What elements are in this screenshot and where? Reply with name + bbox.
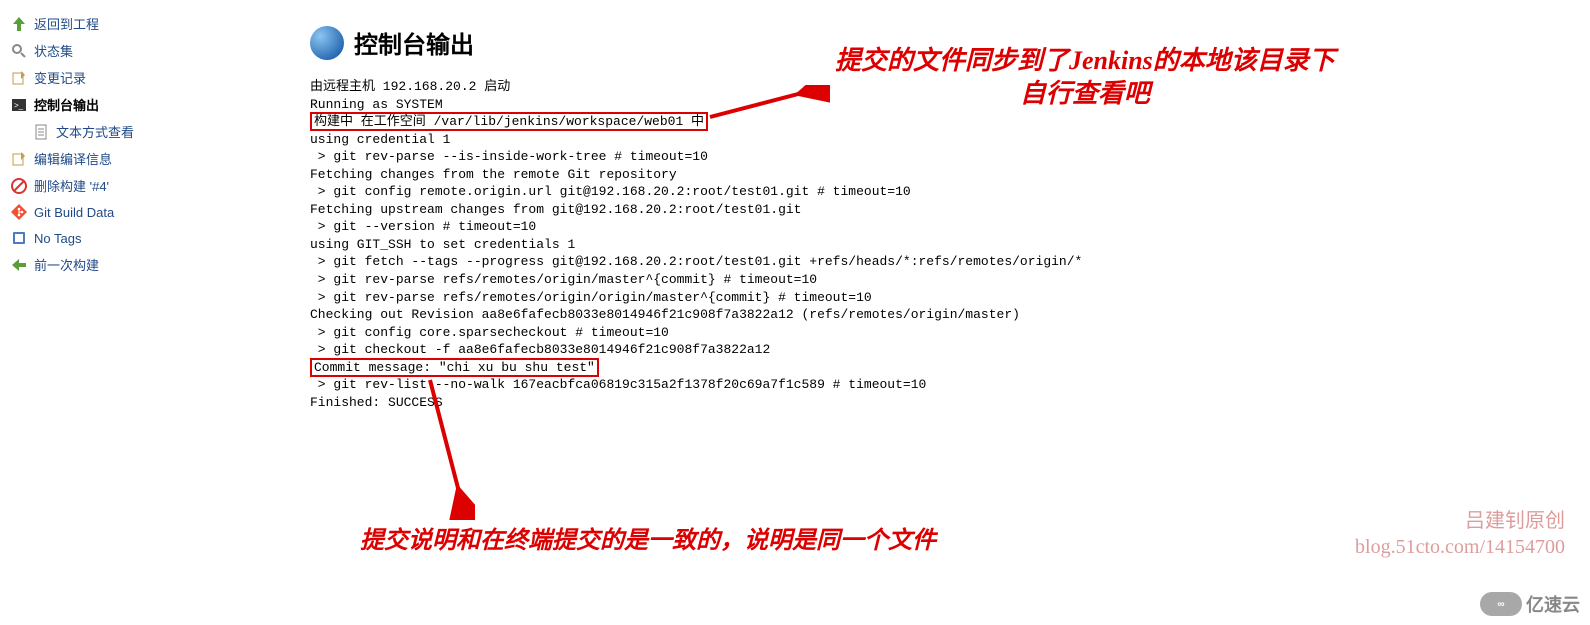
arrow-up-green-icon <box>10 15 28 33</box>
sidebar-item-label: 变更记录 <box>34 68 86 87</box>
sidebar-item-console-output[interactable]: >_ 控制台输出 <box>10 91 280 118</box>
annotation-text: 提交的文件同步到了Jenkins的本地该目录下 <box>835 45 1335 78</box>
page-title: 控制台输出 <box>354 25 474 60</box>
sidebar-item-plain-text[interactable]: 文本方式查看 <box>10 118 280 145</box>
edit-icon <box>10 150 28 168</box>
sidebar-item-no-tags[interactable]: No Tags <box>10 225 280 251</box>
console-line: Running as SYSTEM <box>310 97 443 112</box>
brand-watermark: ∞ 亿速云 <box>1480 591 1580 617</box>
console-line: > git checkout -f aa8e6fafecb8033e801494… <box>310 342 770 357</box>
git-icon <box>10 203 28 221</box>
sidebar-item-label: No Tags <box>34 231 81 246</box>
sidebar: 返回到工程 状态集 变更记录 >_ 控制台输出 文本方式查看 编辑编译信息 删除… <box>0 0 280 278</box>
sidebar-item-label: 控制台输出 <box>34 95 99 114</box>
console-line: > git config core.sparsecheckout # timeo… <box>310 325 669 340</box>
console-output: 由远程主机 192.168.20.2 启动 Running as SYSTEM … <box>310 78 1570 411</box>
console-line: Checking out Revision aa8e6fafecb8033e80… <box>310 307 1020 322</box>
annotation-bottom: 提交说明和在终端提交的是一致的，说明是同一个文件 <box>360 520 936 555</box>
console-line: Fetching changes from the remote Git rep… <box>310 167 677 182</box>
sidebar-item-git-build-data[interactable]: Git Build Data <box>10 199 280 225</box>
annotation-top: 提交的文件同步到了Jenkins的本地该目录下 自行查看吧 <box>835 45 1335 110</box>
console-line: Fetching upstream changes from git@192.1… <box>310 202 801 217</box>
tag-icon <box>10 229 28 247</box>
watermark-line: blog.51cto.com/14154700 <box>1355 534 1565 560</box>
sidebar-item-label: 状态集 <box>34 41 73 60</box>
sidebar-item-delete-build[interactable]: 删除构建 '#4' <box>10 172 280 199</box>
terminal-icon: >_ <box>10 96 28 114</box>
sidebar-item-label: 返回到工程 <box>34 14 99 33</box>
brand-watermark-icon: ∞ <box>1480 592 1522 616</box>
sidebar-item-label: 删除构建 '#4' <box>34 176 109 195</box>
console-line: > git rev-parse refs/remotes/origin/orig… <box>310 290 872 305</box>
console-line: > git --version # timeout=10 <box>310 219 536 234</box>
highlight-workspace: 构建中 在工作空间 /var/lib/jenkins/workspace/web… <box>310 112 708 131</box>
magnify-icon <box>10 42 28 60</box>
sidebar-item-previous-build[interactable]: 前一次构建 <box>10 251 280 278</box>
highlight-commit-message: Commit message: "chi xu bu shu test" <box>310 358 599 377</box>
sidebar-item-changes[interactable]: 变更记录 <box>10 64 280 91</box>
watermark-line: 吕建钊原创 <box>1355 508 1565 534</box>
arrow-left-green-icon <box>10 256 28 274</box>
author-watermark: 吕建钊原创 blog.51cto.com/14154700 <box>1355 508 1565 560</box>
svg-text:>_: >_ <box>14 101 24 110</box>
console-line: > git rev-parse refs/remotes/origin/mast… <box>310 272 817 287</box>
console-line: > git fetch --tags --progress git@192.16… <box>310 254 1082 269</box>
no-entry-icon <box>10 177 28 195</box>
sidebar-item-label: 编辑编译信息 <box>34 149 112 168</box>
console-line: 由远程主机 192.168.20.2 启动 <box>310 79 510 94</box>
edit-icon <box>10 69 28 87</box>
sidebar-item-status[interactable]: 状态集 <box>10 37 280 64</box>
sidebar-item-edit-build-info[interactable]: 编辑编译信息 <box>10 145 280 172</box>
sidebar-item-label: Git Build Data <box>34 205 114 220</box>
sidebar-item-label: 前一次构建 <box>34 255 99 274</box>
console-line: using credential 1 <box>310 132 450 147</box>
console-line: > git rev-parse --is-inside-work-tree # … <box>310 149 708 164</box>
sidebar-item-back-to-project[interactable]: 返回到工程 <box>10 10 280 37</box>
annotation-text: 自行查看吧 <box>835 78 1335 111</box>
globe-icon <box>310 26 344 60</box>
brand-watermark-text: 亿速云 <box>1526 591 1580 617</box>
console-line: Finished: SUCCESS <box>310 395 443 410</box>
console-line: > git rev-list --no-walk 167eacbfca06819… <box>310 377 926 392</box>
page-text-icon <box>32 123 50 141</box>
console-line: using GIT_SSH to set credentials 1 <box>310 237 575 252</box>
sidebar-item-label: 文本方式查看 <box>56 122 134 141</box>
console-line: > git config remote.origin.url git@192.1… <box>310 184 911 199</box>
